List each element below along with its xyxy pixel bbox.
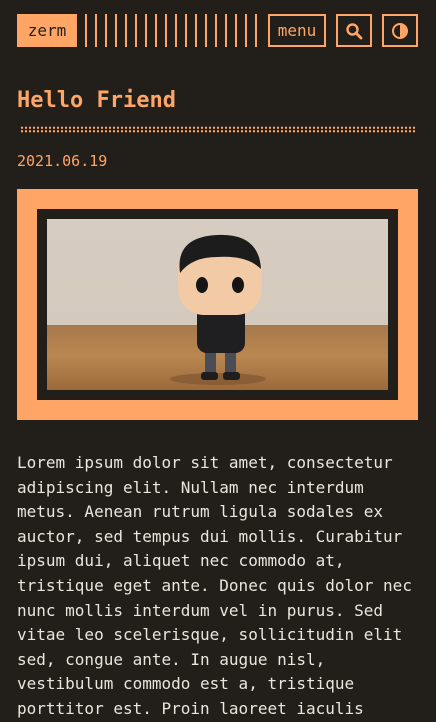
search-icon — [346, 22, 363, 39]
theme-toggle-button[interactable] — [382, 14, 418, 47]
post-cover-image — [47, 219, 388, 390]
site-header: zerm menu — [0, 0, 436, 60]
search-button[interactable] — [336, 14, 372, 47]
post-content: Lorem ipsum dolor sit amet, consectetur … — [17, 453, 412, 718]
post-date: 2021.06.19 — [17, 152, 108, 170]
site-logo[interactable]: zerm — [17, 14, 77, 47]
menu-button[interactable]: menu — [268, 14, 326, 47]
post-cover-frame — [17, 189, 418, 420]
logo-decoration — [85, 14, 257, 47]
post-title[interactable]: Hello Friend — [17, 88, 176, 113]
contrast-icon — [392, 22, 408, 39]
title-divider — [20, 126, 416, 133]
